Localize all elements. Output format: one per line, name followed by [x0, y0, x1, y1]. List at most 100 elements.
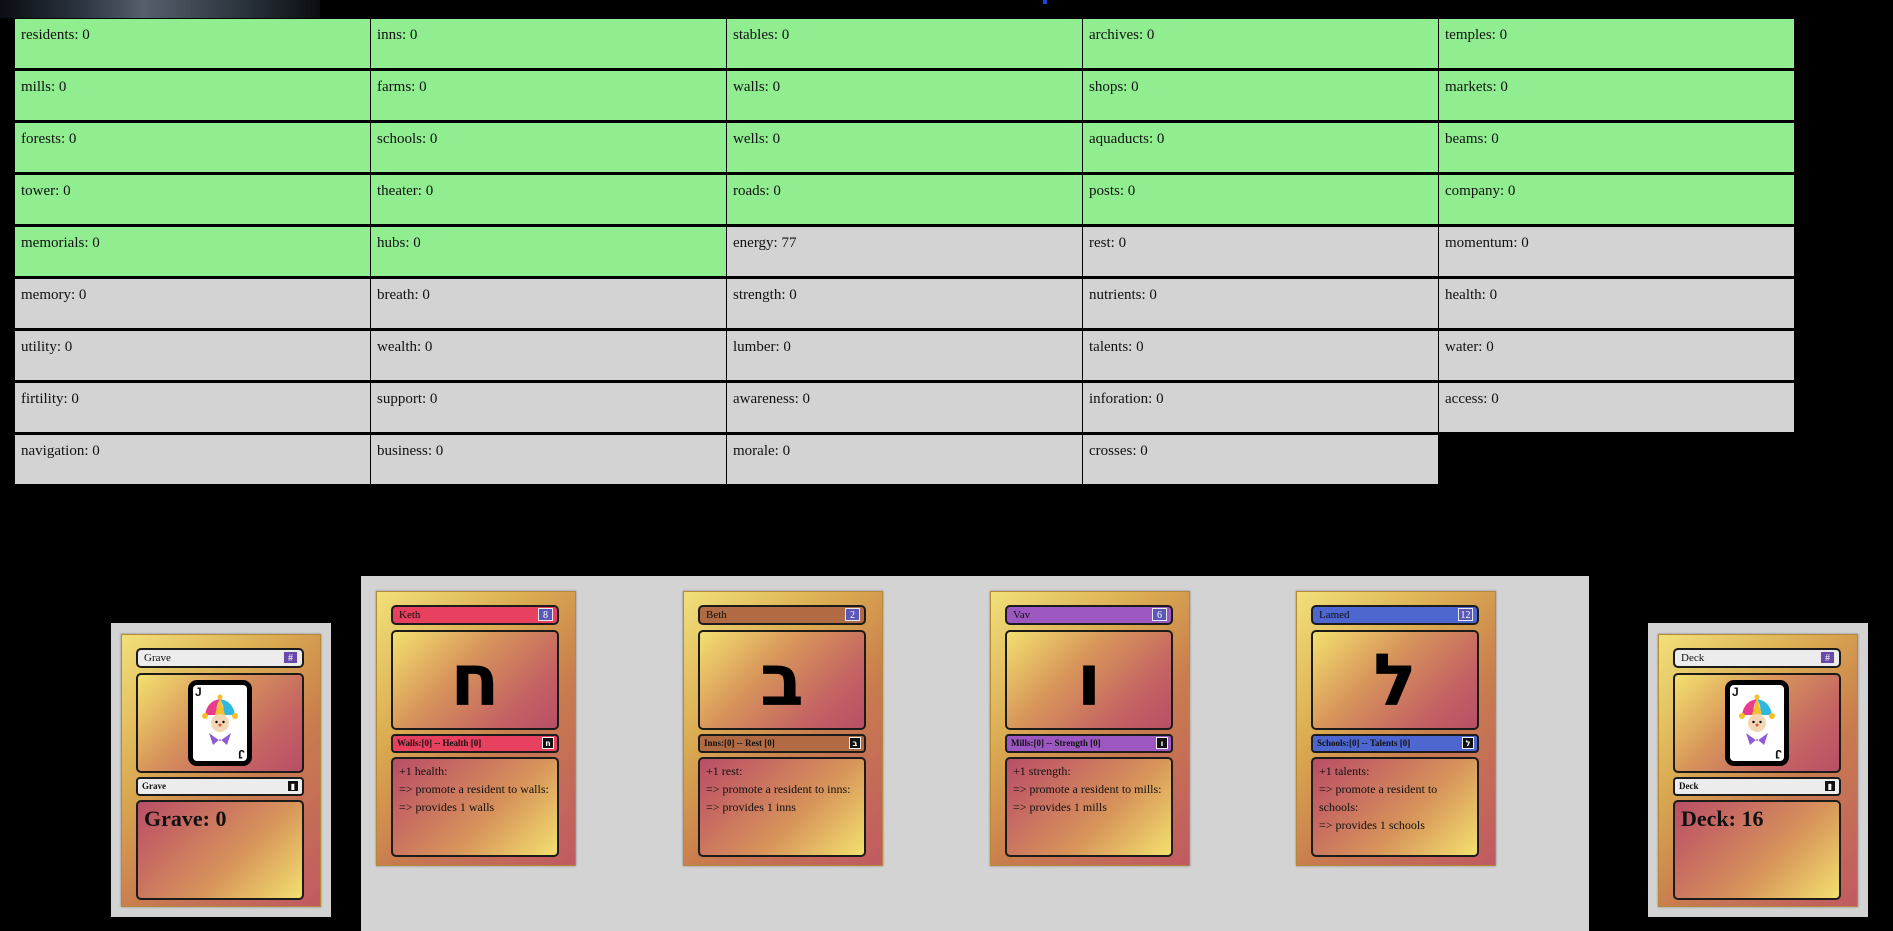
hand-card[interactable]: Vav 6 ו Mills:[0] -- Strength [0] ו +1 streng… — [990, 591, 1190, 866]
deck-cost-badge: # — [1820, 651, 1835, 664]
stat-cell: temples: 0 — [1439, 19, 1794, 68]
card-name: Vav — [1013, 609, 1031, 621]
card-type-label: Inns:[0] -- Rest [0] — [704, 738, 775, 748]
card-rules-text: +1 rest: => promote a resident to inns: =>… — [698, 757, 866, 857]
deck-count-panel: Deck: 16 — [1673, 800, 1841, 900]
card-art: ח — [391, 630, 559, 730]
hand-card[interactable]: Beth 2 ב Inns:[0] -- Rest [0] ב +1 rest: => pr… — [683, 591, 883, 866]
stat-cell: residents: 0 — [15, 19, 370, 68]
card-letter-icon: ח — [542, 737, 554, 749]
stat-cell: morale: 0 — [727, 435, 1082, 484]
stat-cell: momentum: 0 — [1439, 227, 1794, 276]
header-link-dot[interactable] — [1043, 0, 1047, 4]
stat-cell: energy: 77 — [727, 227, 1082, 276]
stat-cell: archives: 0 — [1083, 19, 1438, 68]
stat-cell: nutrients: 0 — [1083, 279, 1438, 328]
stat-cell: memory: 0 — [15, 279, 370, 328]
deck-title-bar: Deck # — [1673, 648, 1841, 668]
card-rules-line: => provides 1 mills — [1013, 800, 1107, 814]
card-letter-icon: ב — [849, 737, 861, 749]
deck-type-bar: Deck ▮ — [1673, 777, 1841, 796]
stat-cell: wealth: 0 — [371, 331, 726, 380]
stat-cell: access: 0 — [1439, 383, 1794, 432]
hebrew-letter-glyph: ב — [760, 638, 804, 722]
grave-title: Grave — [144, 652, 171, 664]
hand-card[interactable]: Keth 8 ח Walls:[0] -- Health [0] ח +1 health:… — [376, 591, 576, 866]
stat-cell: inns: 0 — [371, 19, 726, 68]
grave-card[interactable]: Grave # J J Grave ▮ Grave: 0 — [121, 634, 321, 907]
deck-count: Deck: 16 — [1681, 806, 1764, 831]
grave-cost-badge: # — [283, 651, 298, 664]
card-name: Lamed — [1319, 609, 1350, 621]
stat-cell: mills: 0 — [15, 71, 370, 120]
grave-type-icon: ▮ — [287, 780, 299, 792]
card-rules-line: => promote a resident to — [1319, 782, 1438, 796]
hebrew-letter-glyph: ח — [450, 638, 500, 722]
stat-cell: beams: 0 — [1439, 123, 1794, 172]
card-type-label: Schools:[0] -- Talents [0] — [1317, 738, 1411, 748]
grave-title-bar: Grave # — [136, 648, 304, 668]
stat-cell: aquaducts: 0 — [1083, 123, 1438, 172]
stat-cell: support: 0 — [371, 383, 726, 432]
card-rules-line: +1 strength: — [1013, 764, 1071, 778]
card-type-label: Walls:[0] -- Health [0] — [397, 738, 482, 748]
stat-cell: business: 0 — [371, 435, 726, 484]
deck-type-label: Deck — [1679, 781, 1699, 791]
stat-cell: theater: 0 — [371, 175, 726, 224]
stat-cell: rest: 0 — [1083, 227, 1438, 276]
stat-cell: lumber: 0 — [727, 331, 1082, 380]
card-cost-badge: 2 — [845, 608, 860, 621]
card-rules-text: +1 strength: => promote a resident to mil… — [1005, 757, 1173, 857]
card-title-bar: Beth 2 — [698, 605, 866, 625]
header-banner-image — [0, 0, 320, 18]
stat-cell: company: 0 — [1439, 175, 1794, 224]
card-title-bar: Vav 6 — [1005, 605, 1173, 625]
card-rules-line: +1 health: — [399, 764, 448, 778]
stat-cell: hubs: 0 — [371, 227, 726, 276]
grave-type-label: Grave — [142, 781, 166, 791]
card-type-bar: Schools:[0] -- Talents [0] ל — [1311, 734, 1479, 753]
grave-count: Grave: 0 — [144, 806, 227, 831]
card-rules-text: +1 talents: => promote a resident to schoo… — [1311, 757, 1479, 857]
card-letter-icon: ו — [1156, 737, 1168, 749]
card-cost-badge: 12 — [1458, 608, 1473, 621]
card-cost-badge: 6 — [1152, 608, 1167, 621]
card-rules-line: => promote a resident to walls: — [399, 782, 549, 796]
hand-card[interactable]: Lamed 12 ל Schools:[0] -- Talents [0] ל +1 ta… — [1296, 591, 1496, 866]
jester-face-icon — [202, 694, 238, 745]
stat-cell: posts: 0 — [1083, 175, 1438, 224]
grave-count-panel: Grave: 0 — [136, 800, 304, 900]
stat-cell: wells: 0 — [727, 123, 1082, 172]
deck-art: J J — [1673, 673, 1841, 773]
card-type-bar: Inns:[0] -- Rest [0] ב — [698, 734, 866, 753]
card-rules-line: => provides 1 inns — [706, 800, 796, 814]
card-rules-line: +1 rest: — [706, 764, 743, 778]
deck-type-icon: ▮ — [1824, 780, 1836, 792]
stat-cell: breath: 0 — [371, 279, 726, 328]
stat-cell: awareness: 0 — [727, 383, 1082, 432]
deck-title: Deck — [1681, 652, 1705, 664]
joker-card-icon: J J — [1725, 680, 1789, 766]
stat-cell: shops: 0 — [1083, 71, 1438, 120]
card-type-bar: Walls:[0] -- Health [0] ח — [391, 734, 559, 753]
stat-cell: tower: 0 — [15, 175, 370, 224]
card-letter-icon: ל — [1462, 737, 1474, 749]
card-rules-line: => promote a resident to mills: — [1013, 782, 1162, 796]
card-type-label: Mills:[0] -- Strength [0] — [1011, 738, 1101, 748]
stat-cell: roads: 0 — [727, 175, 1082, 224]
card-rules-line: +1 talents: — [1319, 764, 1370, 778]
stat-cell: schools: 0 — [371, 123, 726, 172]
stat-cell: crosses: 0 — [1083, 435, 1438, 484]
stat-cell: inforation: 0 — [1083, 383, 1438, 432]
stat-cell: strength: 0 — [727, 279, 1082, 328]
stat-cell: talents: 0 — [1083, 331, 1438, 380]
deck-card[interactable]: Deck # J J Deck ▮ Deck: 16 — [1658, 634, 1858, 907]
stat-cell: forests: 0 — [15, 123, 370, 172]
hebrew-letter-glyph: ו — [1076, 638, 1102, 722]
stat-cell: health: 0 — [1439, 279, 1794, 328]
stat-cell: navigation: 0 — [15, 435, 370, 484]
card-rules-line: schools: — [1319, 800, 1359, 814]
card-art: ב — [698, 630, 866, 730]
card-rules-line: => provides 1 walls — [399, 800, 495, 814]
stat-cell: markets: 0 — [1439, 71, 1794, 120]
